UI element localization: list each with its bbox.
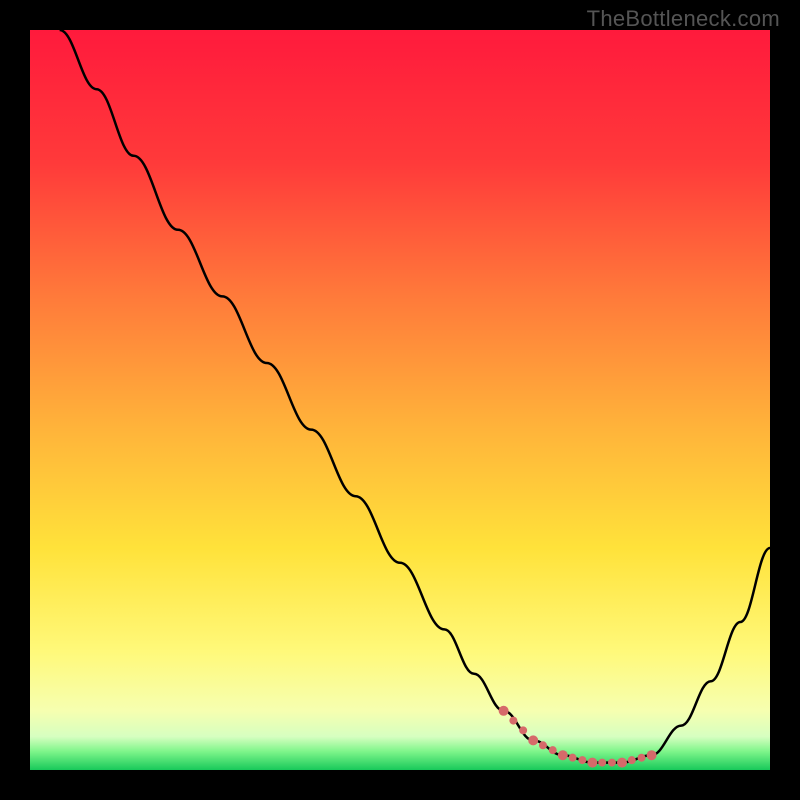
watermark-text: TheBottleneck.com — [587, 6, 780, 32]
optimal-marker-dot — [608, 759, 616, 767]
optimal-marker-dot — [587, 758, 597, 768]
optimal-marker-dot — [628, 756, 636, 764]
optimal-marker-dot — [549, 746, 557, 754]
bottleneck-curve — [60, 30, 770, 763]
optimal-marker-dot — [539, 741, 547, 749]
optimal-marker-dot — [578, 756, 586, 764]
optimal-marker-dot — [598, 759, 606, 767]
optimal-marker-dot — [647, 750, 657, 760]
plot-area — [30, 30, 770, 770]
optimal-marker-dot — [519, 726, 527, 734]
optimal-marker-dot — [638, 754, 646, 762]
optimal-marker-dot — [558, 750, 568, 760]
optimal-marker-dot — [499, 706, 509, 716]
optimal-marker-dot — [569, 754, 577, 762]
optimal-marker-dot — [509, 717, 517, 725]
optimal-marker-dot — [528, 735, 538, 745]
optimal-marker-dot — [617, 758, 627, 768]
chart-svg — [30, 30, 770, 770]
